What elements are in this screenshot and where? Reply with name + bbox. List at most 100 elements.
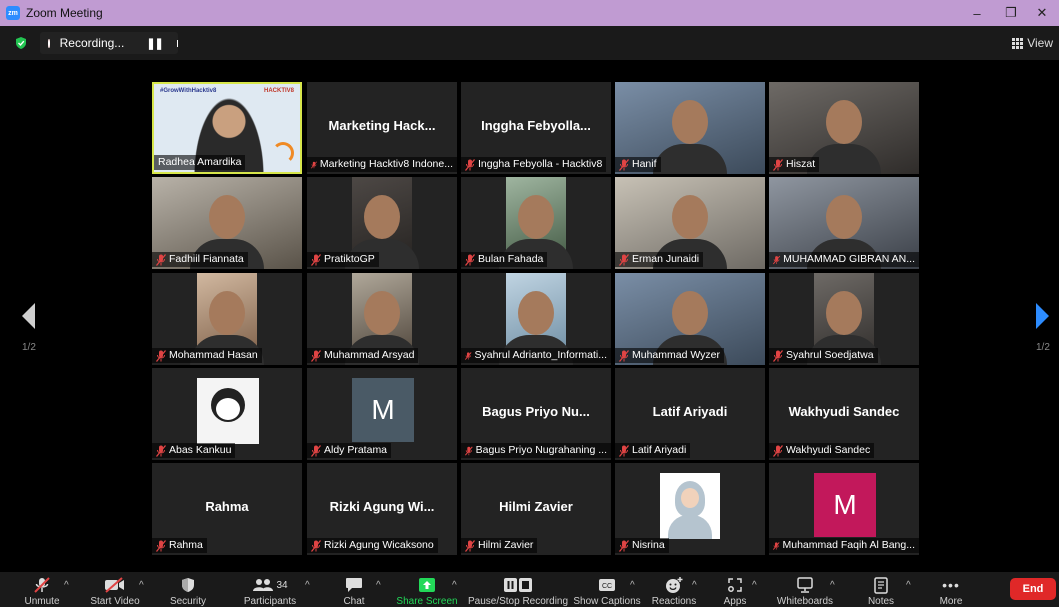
notes-options-caret-icon[interactable]: ^: [906, 580, 911, 591]
page-indicator-left: 1/2: [22, 342, 36, 353]
show-captions-button[interactable]: CC Show Captions: [573, 576, 641, 607]
participant-name-tag: Aldy Pratama: [307, 443, 392, 458]
audio-options-caret-icon[interactable]: ^: [64, 580, 69, 591]
previous-page-icon[interactable]: [22, 303, 36, 329]
participant-tile[interactable]: Hanif: [615, 82, 765, 174]
more-button[interactable]: ••• More: [936, 576, 966, 607]
chat-button[interactable]: Chat: [334, 576, 374, 607]
pause-stop-recording-button[interactable]: Pause/Stop Recording: [468, 576, 568, 607]
participant-name-tag: Hanif: [615, 157, 661, 172]
decorative-ring: [272, 142, 294, 164]
profile-photo-body: [668, 515, 712, 539]
pause-recording-icon[interactable]: ❚❚: [146, 37, 163, 50]
participant-tile[interactable]: M Muhammad Faqih Al Bang...: [769, 463, 919, 555]
participant-tile[interactable]: Hilmi Zavier Hilmi Zavier: [461, 463, 611, 555]
close-button[interactable]: ✕: [1025, 0, 1059, 26]
security-button[interactable]: Security: [168, 576, 208, 607]
view-button[interactable]: View: [1012, 36, 1053, 50]
reactions-options-caret-icon[interactable]: ^: [692, 580, 697, 591]
chat-options-caret-icon[interactable]: ^: [376, 580, 381, 591]
window-titlebar: zm Zoom Meeting – ❐ ✕: [0, 0, 1059, 26]
participant-name: Bulan Fahada: [478, 253, 544, 265]
profile-photo: [660, 473, 720, 539]
participant-name-tag: Bulan Fahada: [461, 252, 548, 267]
participant-tile[interactable]: Marketing Hack... Marketing Hacktiv8 Indo…: [307, 82, 457, 174]
recording-label: Recording...: [59, 36, 125, 50]
participant-face: [364, 291, 400, 335]
participant-tile[interactable]: Latif Ariyadi Latif Ariyadi: [615, 368, 765, 460]
participant-name: Erman Junaidi: [632, 253, 700, 265]
apps-options-caret-icon[interactable]: ^: [752, 580, 757, 591]
start-video-button[interactable]: Start Video: [88, 576, 142, 607]
participant-tile[interactable]: PratiktoGP: [307, 177, 457, 269]
captions-options-caret-icon[interactable]: ^: [630, 580, 635, 591]
participant-tile[interactable]: Mohammad Hasan: [152, 273, 302, 365]
participant-name-tag: Mohammad Hasan: [152, 348, 262, 363]
muted-microphone-icon: [311, 160, 317, 169]
next-page-icon[interactable]: [1036, 303, 1050, 329]
muted-microphone-icon: [465, 253, 475, 266]
stop-recording-icon[interactable]: [176, 39, 178, 47]
participant-display-name: Marketing Hack...: [328, 118, 436, 133]
participant-tile[interactable]: Muhammad Arsyad: [307, 273, 457, 365]
participant-name: Inggha Febyolla - Hacktiv8: [478, 158, 603, 170]
participant-tile[interactable]: Syahrul Soedjatwa: [769, 273, 919, 365]
notes-button[interactable]: Notes: [864, 576, 898, 607]
participant-tile[interactable]: Inggha Febyolla... Inggha Febyolla - Hack…: [461, 82, 611, 174]
whiteboards-button[interactable]: Whiteboards: [776, 576, 834, 607]
participant-body: [653, 144, 727, 174]
video-options-caret-icon[interactable]: ^: [139, 580, 144, 591]
participant-tile[interactable]: Bulan Fahada: [461, 177, 611, 269]
participants-options-caret-icon[interactable]: ^: [305, 580, 310, 591]
participant-tile[interactable]: Rahma Rahma: [152, 463, 302, 555]
muted-microphone-icon: [465, 351, 472, 360]
share-screen-button[interactable]: Share Screen: [396, 576, 458, 607]
security-label: Security: [169, 596, 207, 607]
share-banner: #GrowWithHacktiv8 HACKTIV8: [160, 88, 294, 94]
participant-face: [518, 291, 554, 335]
participant-tile[interactable]: Wakhyudi Sandec Wakhyudi Sandec: [769, 368, 919, 460]
participant-tile[interactable]: M Aldy Pratama: [307, 368, 457, 460]
minimize-button[interactable]: –: [960, 0, 994, 26]
apps-button[interactable]: Apps: [720, 576, 750, 607]
participant-display-name: Inggha Febyolla...: [481, 118, 591, 133]
muted-microphone-icon: [34, 577, 50, 593]
participant-name-tag: Muhammad Wyzer: [615, 348, 725, 363]
whiteboards-label: Whiteboards: [776, 596, 834, 607]
participant-display-name: Latif Ariyadi: [652, 404, 728, 419]
recording-indicator[interactable]: Recording... ❚❚: [40, 32, 178, 54]
participant-name: Latif Ariyadi: [632, 444, 687, 456]
participants-button[interactable]: 34 Participants: [243, 576, 297, 607]
participant-tile[interactable]: Syahrul Adrianto_Informati...: [461, 273, 611, 365]
participant-tile[interactable]: Bagus Priyo Nu... Bagus Priyo Nugrahaning…: [461, 368, 611, 460]
muted-microphone-icon: [619, 158, 629, 171]
end-meeting-button[interactable]: End: [1010, 578, 1056, 600]
participant-tile[interactable]: Rizki Agung Wi... Rizki Agung Wicaksono: [307, 463, 457, 555]
participant-name-tag: PratiktoGP: [307, 252, 379, 267]
participant-tile[interactable]: Hiszat: [769, 82, 919, 174]
unmute-button[interactable]: Unmute: [22, 576, 62, 607]
more-label: More: [939, 596, 963, 607]
muted-microphone-icon: [156, 539, 166, 552]
reactions-button[interactable]: Reactions: [652, 576, 696, 607]
whiteboards-options-caret-icon[interactable]: ^: [830, 580, 835, 591]
participant-tile[interactable]: #GrowWithHacktiv8 HACKTIV8 Radhea Amardika: [152, 82, 302, 174]
participant-tile[interactable]: Nisrina: [615, 463, 765, 555]
restore-button[interactable]: ❐: [994, 0, 1028, 26]
participant-tile[interactable]: Muhammad Wyzer: [615, 273, 765, 365]
participant-tile[interactable]: Abas Kankuu: [152, 368, 302, 460]
participant-name-tag: Radhea Amardika: [154, 155, 246, 170]
participant-tile[interactable]: Erman Junaidi: [615, 177, 765, 269]
video-off-icon: [105, 577, 124, 593]
participant-face: [518, 195, 554, 239]
share-hashtag: #GrowWithHacktiv8: [160, 88, 217, 94]
share-options-caret-icon[interactable]: ^: [452, 580, 457, 591]
participant-tile[interactable]: MUHAMMAD GIBRAN AN...: [769, 177, 919, 269]
participant-name: Syahrul Soedjatwa: [786, 349, 874, 361]
shield-icon[interactable]: [14, 36, 28, 50]
participant-tile[interactable]: Fadhiil Fiannata: [152, 177, 302, 269]
muted-microphone-icon: [156, 253, 166, 266]
whiteboard-icon: [797, 577, 813, 593]
chat-icon: [346, 578, 362, 592]
participant-display-name: Rahma: [205, 499, 249, 514]
